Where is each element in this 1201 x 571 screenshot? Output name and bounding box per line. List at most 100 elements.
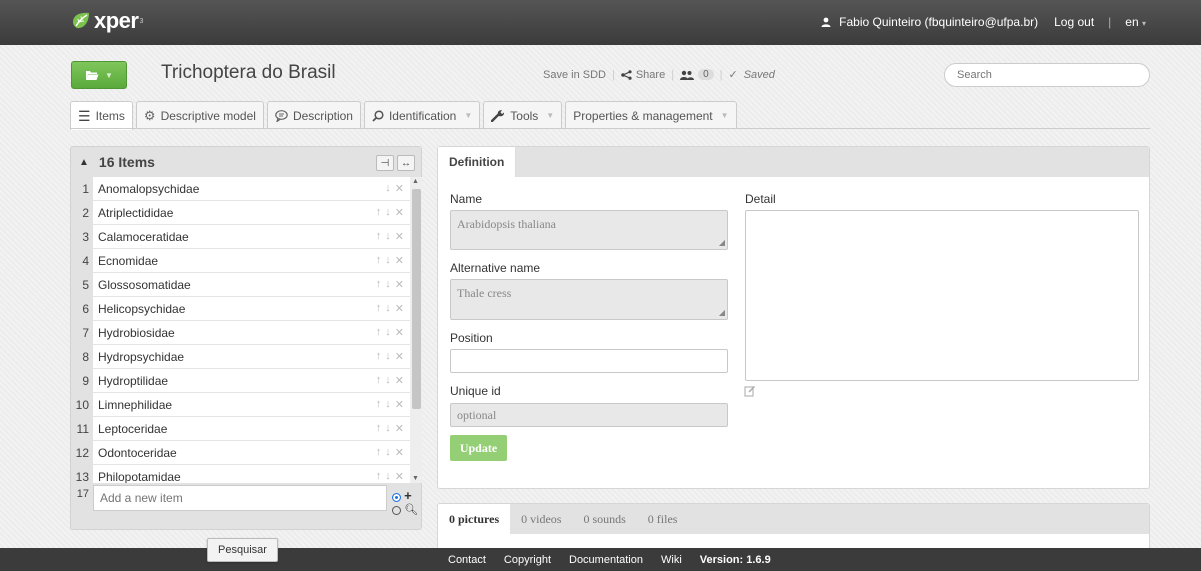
list-item[interactable]: 2 Atriplectididae ↑ ↓ ✕	[71, 200, 410, 225]
list-item[interactable]: 13 Philopotamidae ↑ ↓ ✕	[71, 464, 410, 484]
list-item[interactable]: 11 Leptoceridae ↑ ↓ ✕	[71, 416, 410, 441]
footer-link-wiki[interactable]: Wiki	[661, 554, 682, 566]
item-label[interactable]: Helicopsychidae	[93, 302, 360, 316]
delete-icon[interactable]: ✕	[395, 470, 404, 483]
xper-logo[interactable]: xper 3	[70, 8, 143, 34]
scroll-up-icon[interactable]: ▲	[412, 178, 419, 185]
item-label[interactable]: Ecnomidae	[93, 254, 360, 268]
move-up-icon[interactable]: ↑	[376, 302, 382, 315]
position-field[interactable]	[450, 349, 728, 373]
scroll-thumb[interactable]	[412, 189, 421, 409]
list-item[interactable]: 6 Helicopsychidae ↑ ↓ ✕	[71, 296, 410, 321]
move-up-icon[interactable]: ↑	[376, 422, 382, 435]
move-down-icon[interactable]: ↓	[385, 470, 391, 483]
resize-handle-icon[interactable]: ◢	[719, 308, 725, 317]
scroll-down-icon[interactable]: ▼	[412, 475, 419, 482]
move-down-icon[interactable]: ↓	[385, 422, 391, 435]
list-item[interactable]: 3 Calamoceratidae ↑ ↓ ✕	[71, 224, 410, 249]
move-up-icon[interactable]: ↑	[376, 446, 382, 459]
delete-icon[interactable]: ✕	[395, 398, 404, 411]
delete-icon[interactable]: ✕	[395, 182, 404, 195]
tab-descriptive-model[interactable]: ⚙ Descriptive model	[135, 101, 264, 129]
edit-icon[interactable]	[744, 385, 756, 397]
search-mode-radio[interactable]	[392, 505, 401, 515]
move-down-icon[interactable]: ↓	[385, 230, 391, 243]
list-item[interactable]: 12 Odontoceridae ↑ ↓ ✕	[71, 440, 410, 465]
plus-icon[interactable]: +	[404, 488, 412, 503]
delete-icon[interactable]: ✕	[395, 254, 404, 267]
move-down-icon[interactable]: ↓	[385, 398, 391, 411]
logout-link[interactable]: Log out	[1054, 15, 1094, 29]
move-down-icon[interactable]: ↓	[385, 302, 391, 315]
item-label[interactable]: Anomalopsychidae	[93, 182, 360, 196]
update-button[interactable]: Update	[450, 435, 507, 461]
move-up-icon[interactable]: ↑	[376, 278, 382, 291]
delete-icon[interactable]: ✕	[395, 326, 404, 339]
detail-editor[interactable]	[745, 210, 1139, 381]
tab-definition[interactable]: Definition	[438, 147, 517, 177]
item-label[interactable]: Odontoceridae	[93, 446, 360, 460]
list-item[interactable]: 10 Limnephilidae ↑ ↓ ✕	[71, 392, 410, 417]
move-down-icon[interactable]: ↓	[385, 182, 391, 195]
footer-link-documentation[interactable]: Documentation	[569, 554, 643, 566]
tree-view-button[interactable]: ⊣	[376, 155, 394, 171]
item-label[interactable]: Hydropsychidae	[93, 350, 360, 364]
tab-items[interactable]: ☰ Items	[70, 101, 133, 130]
move-down-icon[interactable]: ↓	[385, 350, 391, 363]
move-down-icon[interactable]: ↓	[385, 254, 391, 267]
move-up-icon[interactable]: ↑	[376, 254, 382, 267]
item-label[interactable]: Atriplectididae	[93, 206, 360, 220]
search-input[interactable]	[944, 63, 1150, 87]
move-down-icon[interactable]: ↓	[385, 206, 391, 219]
save-sdd-button[interactable]: Save in SDD	[543, 69, 606, 81]
list-item[interactable]: 9 Hydroptilidae ↑ ↓ ✕	[71, 368, 410, 393]
tab-tools[interactable]: Tools ▼	[483, 101, 563, 129]
item-label[interactable]: Hydrobiosidae	[93, 326, 360, 340]
item-label[interactable]: Hydroptilidae	[93, 374, 360, 388]
alternative-name-field[interactable]: Thale cress ◢	[450, 279, 728, 320]
tab-sounds[interactable]: 0 sounds	[572, 504, 636, 534]
add-mode-radio[interactable]	[392, 492, 401, 502]
move-down-icon[interactable]: ↓	[385, 278, 391, 291]
language-select[interactable]: en ▾	[1125, 15, 1146, 29]
list-item[interactable]: 7 Hydrobiosidae ↑ ↓ ✕	[71, 320, 410, 345]
delete-icon[interactable]: ✕	[395, 278, 404, 291]
delete-icon[interactable]: ✕	[395, 422, 404, 435]
move-up-icon[interactable]: ↑	[376, 470, 382, 483]
move-up-icon[interactable]: ↑	[376, 206, 382, 219]
list-item[interactable]: 1 Anomalopsychidae ↓ ✕	[71, 177, 410, 201]
delete-icon[interactable]: ✕	[395, 350, 404, 363]
tab-description[interactable]: Description	[266, 101, 361, 129]
footer-link-copyright[interactable]: Copyright	[504, 554, 551, 566]
delete-icon[interactable]: ✕	[395, 302, 404, 315]
user-name[interactable]: Fabio Quinteiro (fbquinteiro@ufpa.br)	[839, 15, 1038, 29]
tab-files[interactable]: 0 files	[637, 504, 689, 534]
tab-videos[interactable]: 0 videos	[510, 504, 572, 534]
list-item[interactable]: 4 Ecnomidae ↑ ↓ ✕	[71, 248, 410, 273]
users-button[interactable]: 0	[680, 69, 714, 80]
delete-icon[interactable]: ✕	[395, 230, 404, 243]
footer-link-contact[interactable]: Contact	[448, 554, 486, 566]
tab-properties-management[interactable]: Properties & management ▼	[565, 101, 737, 129]
resize-handle-icon[interactable]: ◢	[719, 238, 725, 247]
unique-id-field[interactable]: optional	[450, 403, 728, 427]
search-icon[interactable]: 🔍︎	[404, 504, 418, 516]
tab-identification[interactable]: Identification ▼	[363, 101, 481, 129]
item-label[interactable]: Leptoceridae	[93, 422, 360, 436]
expand-width-button[interactable]: ↔	[397, 155, 415, 171]
tab-pictures[interactable]: 0 pictures	[438, 504, 511, 534]
open-project-button[interactable]: ▼	[71, 61, 127, 89]
item-label[interactable]: Philopotamidae	[93, 470, 360, 484]
move-up-icon[interactable]: ↑	[376, 326, 382, 339]
item-label[interactable]: Calamoceratidae	[93, 230, 360, 244]
move-up-icon[interactable]: ↑	[376, 398, 382, 411]
list-item[interactable]: 8 Hydropsychidae ↑ ↓ ✕	[71, 344, 410, 369]
share-button[interactable]: Share	[621, 69, 665, 81]
items-scrollbar[interactable]: ▲ ▼	[410, 177, 422, 483]
list-item[interactable]: 5 Glossosomatidae ↑ ↓ ✕	[71, 272, 410, 297]
move-up-icon[interactable]: ↑	[376, 374, 382, 387]
item-label[interactable]: Glossosomatidae	[93, 278, 360, 292]
move-down-icon[interactable]: ↓	[385, 374, 391, 387]
move-down-icon[interactable]: ↓	[385, 446, 391, 459]
move-up-icon[interactable]: ↑	[376, 230, 382, 243]
